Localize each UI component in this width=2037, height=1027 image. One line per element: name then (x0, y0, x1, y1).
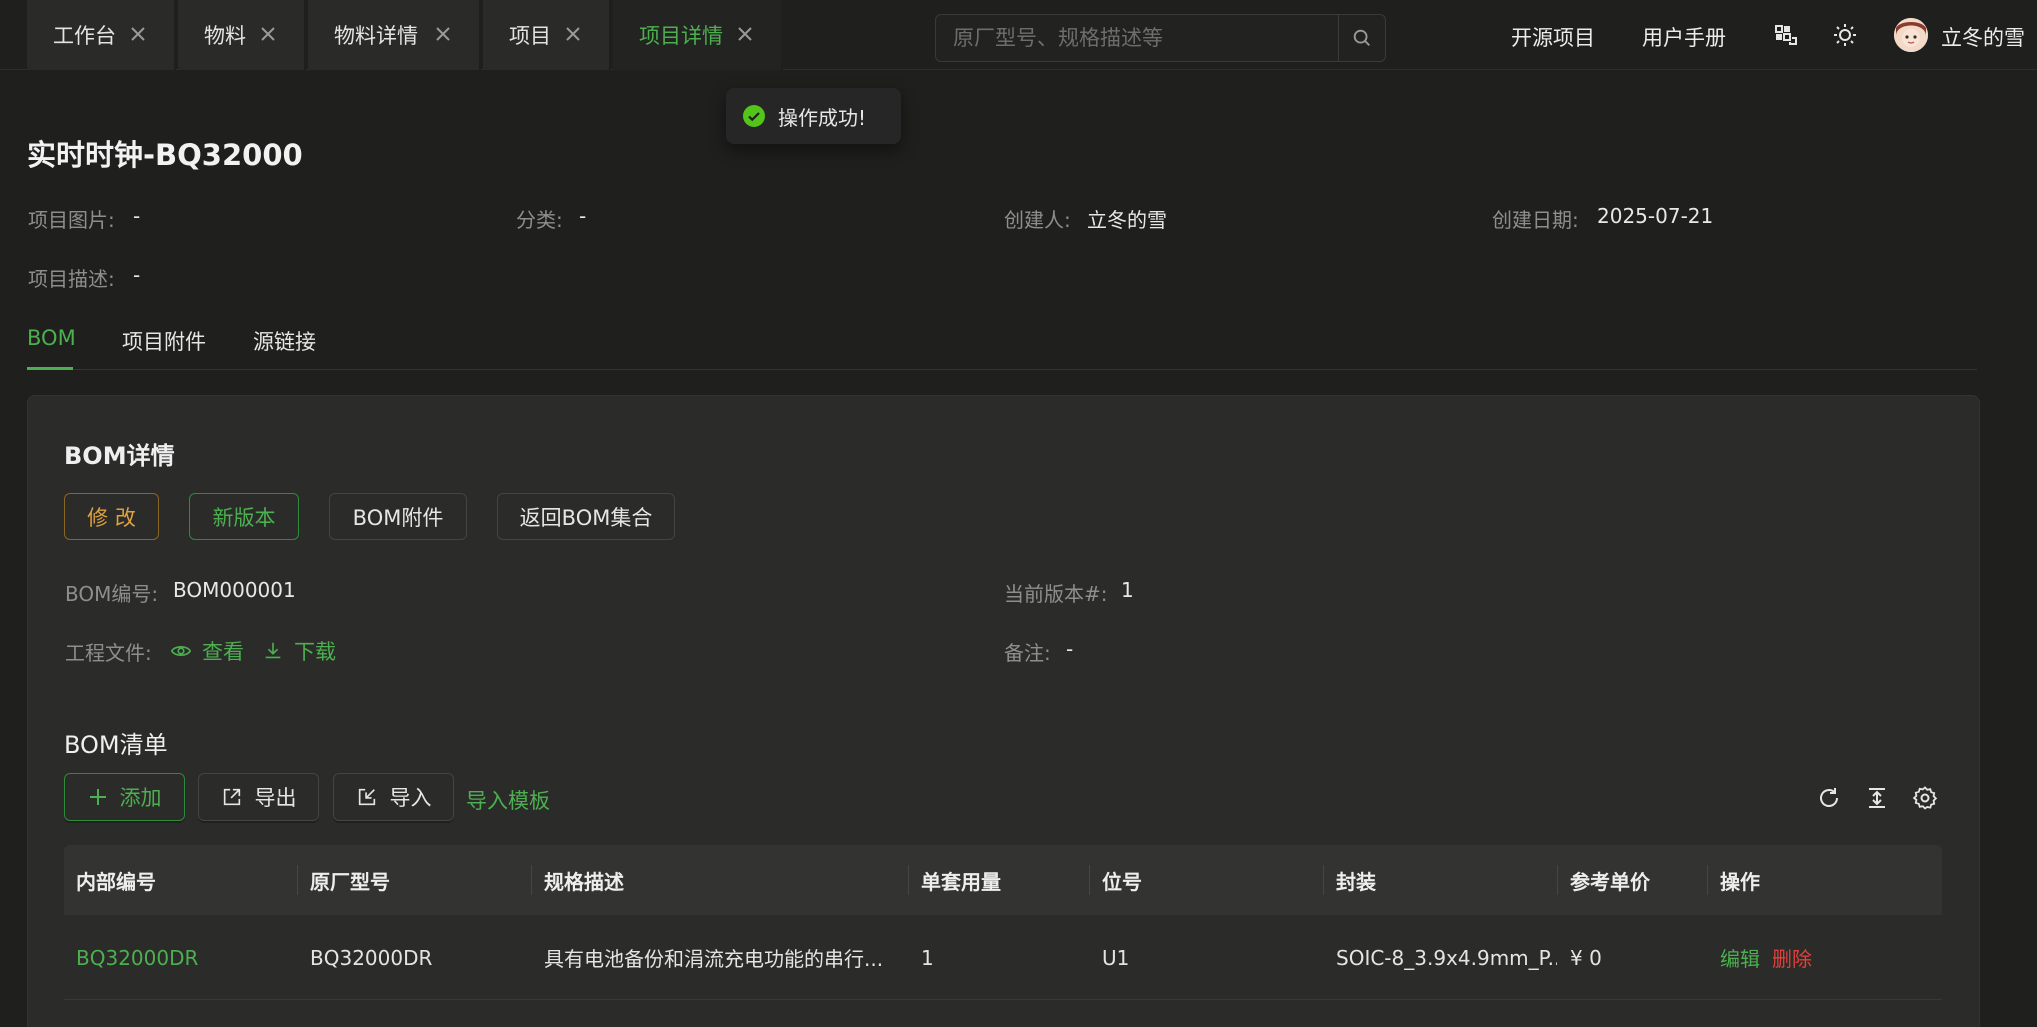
project-image-value: - (133, 204, 141, 228)
tab-projects[interactable]: 项目 (483, 0, 611, 70)
creator-value: 立冬的雪 (1087, 208, 1167, 232)
table-header: 内部编号 原厂型号 规格描述 单套用量 位号 封装 参考单价 操作 (64, 845, 1942, 915)
category-label: 分类: (516, 208, 563, 232)
settings-gear-icon[interactable] (1912, 785, 1938, 811)
view-file-link[interactable]: 查看 (170, 636, 244, 666)
column-internal-code[interactable]: 内部编号 (64, 845, 297, 915)
cell-unit-price: ¥ 0 (1570, 945, 1602, 970)
density-icon[interactable] (1864, 785, 1890, 811)
open-source-link[interactable]: 开源项目 (1511, 22, 1595, 52)
tab-label: 物料详情 (334, 24, 418, 48)
search-icon (1353, 29, 1370, 46)
delete-row-link[interactable]: 删除 (1772, 943, 1812, 972)
column-reference[interactable]: 位号 (1090, 845, 1323, 915)
edit-bom-button[interactable]: 修 改 (64, 493, 159, 540)
add-item-label: 添加 (119, 786, 162, 810)
import-button[interactable]: 导入 (333, 773, 454, 821)
close-icon[interactable] (256, 22, 280, 46)
export-label: 导出 (254, 786, 297, 810)
close-icon[interactable] (431, 22, 455, 46)
bom-code-value: BOM000001 (173, 578, 296, 602)
created-date-label: 创建日期: (1492, 208, 1579, 232)
edit-row-link[interactable]: 编辑 (1720, 943, 1760, 972)
search-button[interactable] (1338, 15, 1385, 61)
download-icon (265, 642, 281, 659)
column-actions: 操作 (1720, 869, 1760, 894)
category-value: - (579, 204, 587, 228)
active-tab-indicator (27, 367, 73, 370)
search-input[interactable] (936, 15, 1340, 61)
cell-quantity: 1 (921, 945, 934, 970)
cell-reference: U1 (1102, 945, 1130, 970)
bom-detail-title: BOM详情 (64, 442, 175, 470)
toast-message: 操作成功! (778, 105, 867, 130)
view-file-label: 查看 (202, 640, 244, 664)
page-title: 实时时钟-BQ32000 (27, 138, 303, 172)
export-button[interactable]: 导出 (198, 773, 319, 821)
username[interactable]: 立冬的雪 (1941, 22, 2025, 52)
cell-package: SOIC-8_3.9x4.9mm_P... (1336, 945, 1557, 970)
note-label: 备注: (1004, 641, 1051, 665)
column-unit-price[interactable]: 参考单价 (1558, 845, 1707, 915)
tab-label: 物料 (204, 24, 246, 48)
top-bar: 工作台 物料 物料详情 项目 项目详情 原厂型号、规格描述等 开源项目 用户手册… (0, 0, 2037, 70)
download-file-link[interactable]: 下载 (262, 636, 336, 666)
project-desc-label: 项目描述: (28, 267, 115, 291)
cell-internal-code[interactable]: BQ32000DR (64, 915, 297, 1000)
creator-label: 创建人: (1004, 208, 1071, 232)
import-template-link[interactable]: 导入模板 (466, 785, 550, 815)
bom-code-label: BOM编号: (65, 582, 159, 606)
current-version-label: 当前版本#: (1004, 582, 1108, 606)
column-quantity[interactable]: 单套用量 (909, 845, 1089, 915)
cell-actions: 编辑 删除 (1708, 915, 1942, 1000)
avatar[interactable] (1894, 18, 1928, 52)
search-box (935, 14, 1386, 62)
tab-label: 工作台 (53, 24, 116, 48)
tab-materials[interactable]: 物料 (178, 0, 306, 70)
project-image-label: 项目图片: (28, 208, 115, 232)
tab-workbench[interactable]: 工作台 (27, 0, 176, 70)
plus-icon (89, 789, 106, 805)
close-icon[interactable] (561, 22, 585, 46)
tab-label: 项目 (509, 24, 551, 48)
table-row: BQ32000DR BQ32000DR 具有电池备份和涓流充电功能的串行... … (64, 915, 1942, 1000)
tabs-divider (27, 369, 1977, 370)
user-manual-link[interactable]: 用户手册 (1642, 22, 1726, 52)
close-icon[interactable] (733, 22, 757, 46)
bom-list-title: BOM清单 (64, 731, 168, 759)
tab-project-detail[interactable]: 项目详情 (613, 0, 783, 70)
bom-attachment-button[interactable]: BOM附件 (329, 493, 467, 540)
cell-mpn: BQ32000DR (310, 945, 433, 970)
tab-material-detail[interactable]: 物料详情 (308, 0, 481, 70)
tab-label: 项目详情 (639, 24, 723, 48)
layout-icon[interactable] (1773, 22, 1799, 48)
refresh-icon[interactable] (1816, 785, 1842, 811)
eye-icon (170, 646, 192, 656)
import-label: 导入 (389, 786, 432, 810)
tab-source-links[interactable]: 源链接 (253, 326, 316, 356)
close-icon[interactable] (126, 22, 150, 46)
theme-toggle-icon[interactable] (1832, 22, 1858, 48)
back-to-bom-set-button[interactable]: 返回BOM集合 (497, 493, 675, 540)
project-file-label: 工程文件: (65, 641, 152, 665)
download-file-label: 下载 (294, 640, 336, 664)
tab-project-attachments[interactable]: 项目附件 (122, 326, 206, 356)
cell-description: 具有电池备份和涓流充电功能的串行... (544, 947, 884, 971)
column-mpn[interactable]: 原厂型号 (298, 845, 531, 915)
column-package[interactable]: 封装 (1324, 845, 1557, 915)
current-version-value: 1 (1121, 578, 1134, 602)
new-version-button[interactable]: 新版本 (189, 493, 299, 540)
import-icon (358, 788, 375, 806)
column-description[interactable]: 规格描述 (532, 845, 908, 915)
project-desc-value: - (133, 263, 141, 287)
created-date-value: 2025-07-21 (1597, 204, 1714, 228)
add-item-button[interactable]: 添加 (64, 773, 185, 821)
note-value: - (1066, 637, 1074, 661)
success-toast: 操作成功! (726, 88, 901, 144)
check-circle-icon (743, 105, 765, 127)
export-icon (223, 788, 240, 806)
tab-bom[interactable]: BOM (27, 326, 76, 350)
